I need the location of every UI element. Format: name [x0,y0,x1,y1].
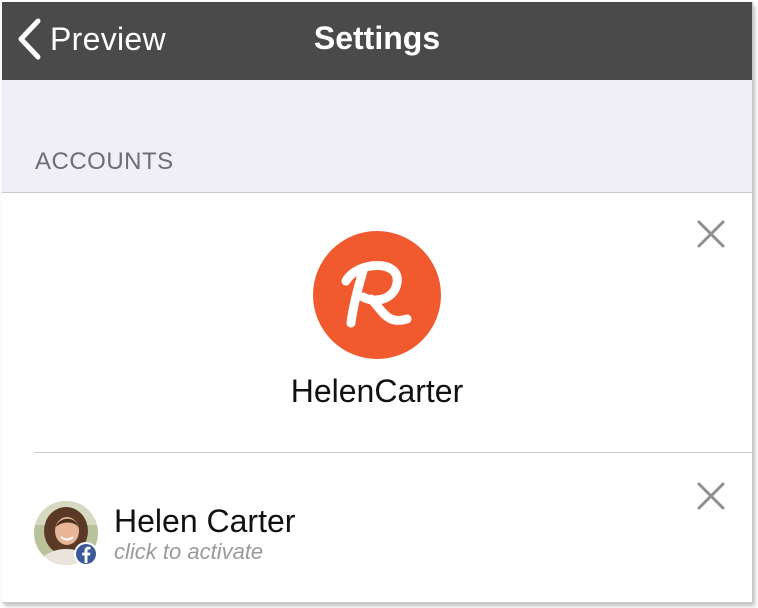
remove-account-button[interactable] [694,217,728,251]
back-button-label: Preview [50,20,166,57]
section-header-area: ACCOUNTS [2,80,752,193]
remove-facebook-account-button[interactable] [694,479,728,513]
facebook-account-row[interactable]: Helen Carter click to activate [2,453,752,602]
navigation-bar: Preview Settings [2,2,752,80]
facebook-icon [74,542,98,566]
runkeeper-account-card[interactable]: HelenCarter [2,193,752,453]
close-icon [697,482,725,510]
avatar [34,501,98,566]
runkeeper-logo-icon [341,261,412,328]
account-username: HelenCarter [290,373,464,409]
account-name: Helen Carter [114,503,296,539]
activation-hint: click to activate [114,539,264,564]
back-button[interactable]: Preview [16,14,166,64]
runkeeper-logo [313,231,441,359]
close-icon [697,220,725,248]
chevron-left-icon [18,18,41,60]
page-title: Settings [313,20,441,56]
section-header-accounts: ACCOUNTS [35,148,174,175]
settings-screen: Preview Settings ACCOUNTS HelenCarter He… [2,2,753,603]
avatar-photo [34,501,98,566]
